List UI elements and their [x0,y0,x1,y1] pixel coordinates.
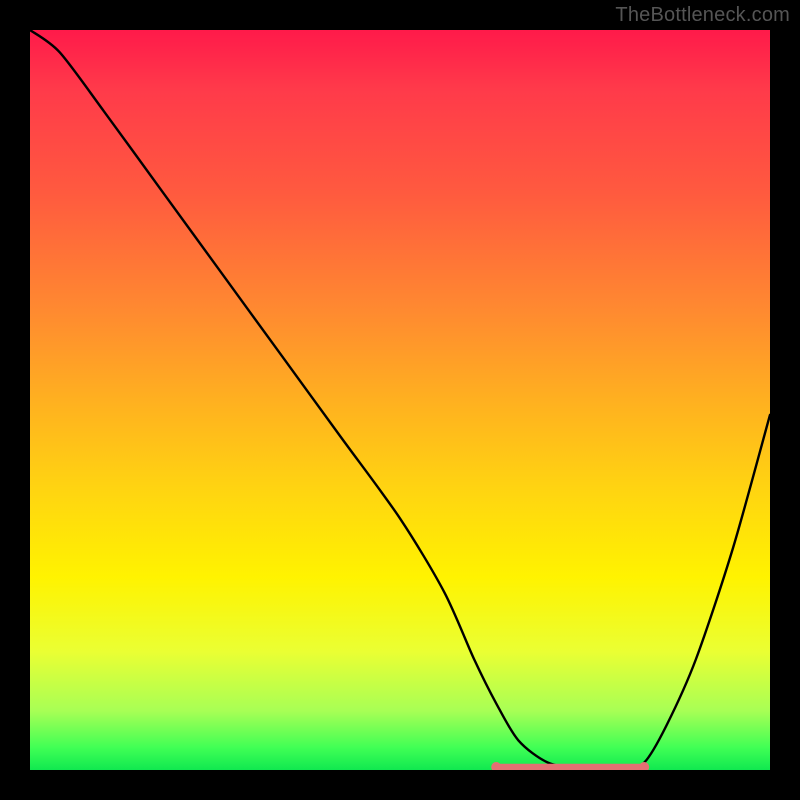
optimal-range-right-dot-icon [639,762,649,770]
optimal-range-left-dot-icon [491,762,501,770]
bottleneck-curve-line [30,30,770,770]
plot-area [30,30,770,770]
watermark-text: TheBottleneck.com [615,4,790,27]
bottleneck-curve-svg [30,30,770,770]
